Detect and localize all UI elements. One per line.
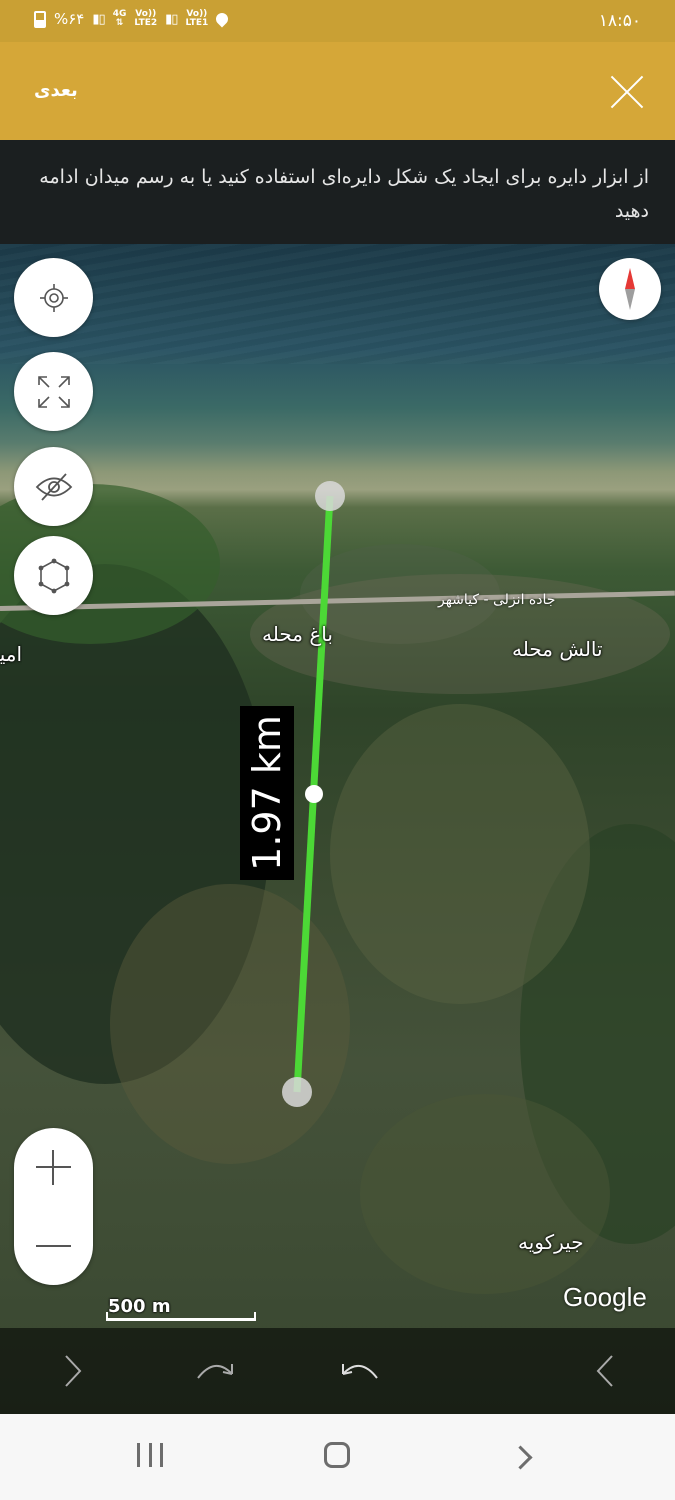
battery-icon — [34, 10, 46, 28]
undo-icon[interactable] — [335, 1346, 385, 1396]
distance-label: 1.97 km — [240, 706, 294, 880]
fullscreen-button[interactable] — [14, 352, 93, 431]
eye-off-icon — [35, 472, 72, 501]
zoom-in-button[interactable] — [14, 1128, 93, 1206]
map-view[interactable]: جاده انزلی - کیاشهر 1.97 km باغ محله تال… — [0, 244, 675, 1414]
battery-level: %۶۴ — [54, 10, 85, 28]
back-icon[interactable] — [508, 1445, 533, 1470]
place-label-bagh-mahalleh: باغ محله — [262, 622, 333, 646]
crosshair-icon — [39, 283, 68, 312]
network-lte1: Vo)) LTE1 — [185, 9, 209, 28]
place-label-talesh-mahalleh: تالش محله — [512, 637, 603, 661]
polygon-icon — [38, 558, 69, 593]
place-label-jirkuyeh: جیرکویه — [518, 1230, 584, 1254]
instruction-text: از ابزار دایره برای ایجاد یک شکل دایره‌ا… — [39, 166, 649, 222]
measure-midpoint-handle — [305, 785, 323, 803]
status-icons: %۶۴ ▮▯ 4G ⇅ Vo)) LTE2 ▮▯ Vo)) LTE1 — [34, 9, 231, 28]
forward-icon[interactable] — [48, 1346, 98, 1396]
zoom-out-button[interactable] — [14, 1207, 93, 1285]
redo-icon[interactable] — [190, 1346, 240, 1396]
location-icon — [213, 10, 231, 28]
top-header: بعدی — [0, 42, 675, 140]
home-icon[interactable] — [324, 1442, 350, 1468]
instruction-banner: از ابزار دایره برای ایجاد یک شکل دایره‌ا… — [0, 140, 675, 244]
recent-apps-icon[interactable] — [137, 1443, 163, 1469]
toggle-visibility-button[interactable] — [14, 447, 93, 526]
compass-button[interactable] — [599, 258, 661, 320]
network-lte2: Vo)) LTE2 — [134, 9, 158, 28]
network-4g: 4G ⇅ — [112, 9, 127, 28]
measure-start-handle — [315, 481, 345, 511]
measure-end-handle — [282, 1077, 312, 1107]
system-nav-bar — [0, 1414, 675, 1500]
scale-bar-line — [106, 1312, 256, 1321]
signal-icon: ▮▯ — [92, 11, 105, 27]
place-label-partial: امیر — [0, 642, 22, 666]
google-attribution: Google — [563, 1282, 647, 1312]
clock: ۱۸:۵۰ — [598, 11, 641, 31]
next-button[interactable]: بعدی — [34, 80, 78, 101]
signal-icon: ▮▯ — [165, 11, 178, 27]
zoom-control — [14, 1128, 93, 1285]
compass-icon — [625, 268, 635, 310]
back-icon[interactable] — [580, 1346, 630, 1396]
polygon-tool-button[interactable] — [14, 536, 93, 615]
drawing-action-bar — [0, 1328, 675, 1414]
scale-bar: 500 m — [106, 1296, 258, 1322]
scale-label: 500 m — [108, 1296, 171, 1317]
expand-icon — [37, 375, 70, 408]
close-icon[interactable] — [609, 74, 645, 110]
status-bar: %۶۴ ▮▯ 4G ⇅ Vo)) LTE2 ▮▯ Vo)) LTE1 ۱۸:۵۰ — [0, 0, 675, 42]
locate-button[interactable] — [14, 258, 93, 337]
